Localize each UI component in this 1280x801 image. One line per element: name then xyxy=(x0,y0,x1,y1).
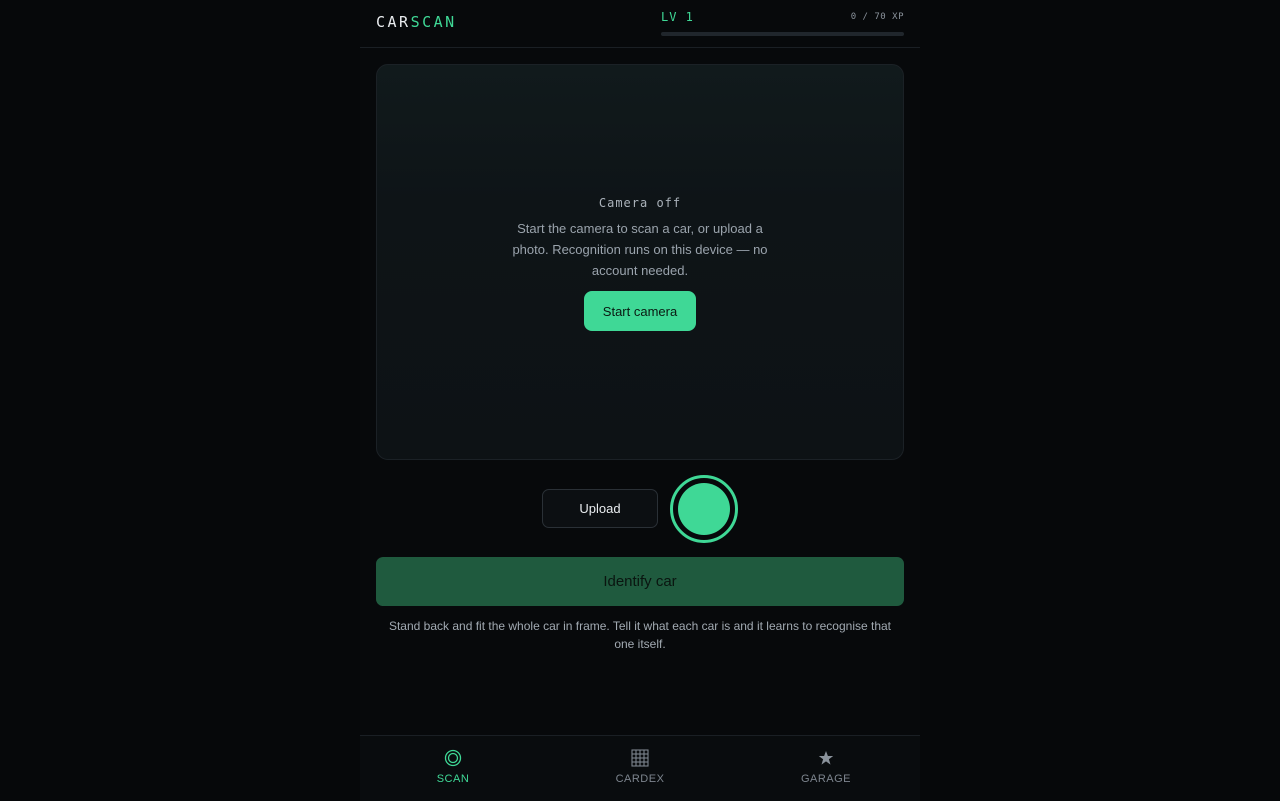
nav-label-cardex: CARDEX xyxy=(615,773,665,785)
nav-item-cardex[interactable]: CARDEX xyxy=(580,736,700,801)
level-indicator: LV 1 xyxy=(661,10,694,24)
xp-progress-bar xyxy=(661,32,904,36)
bottom-nav: SCAN CARDEX GARAGE xyxy=(360,735,920,801)
nav-item-garage[interactable]: GARAGE xyxy=(766,736,886,801)
grid-icon xyxy=(580,747,700,769)
start-camera-button[interactable]: Start camera xyxy=(584,291,696,331)
xp-counter: 0 / 70 XP xyxy=(850,12,904,22)
camera-status-title: Camera off xyxy=(598,196,682,210)
app-shell: CARSCAN LV 1 0 / 70 XP Camera off Start … xyxy=(360,0,920,801)
shutter-button[interactable] xyxy=(670,475,738,543)
nav-label-garage: GARAGE xyxy=(800,773,852,785)
scan-hint-text: Stand back and fit the whole car in fram… xyxy=(388,619,892,651)
upload-button[interactable]: Upload xyxy=(542,489,658,528)
nav-item-scan[interactable]: SCAN xyxy=(393,736,513,801)
shutter-inner-circle xyxy=(678,483,730,535)
app-logo: CARSCAN xyxy=(376,13,457,31)
scan-target-icon xyxy=(393,747,513,769)
identify-car-button[interactable]: Identify car xyxy=(376,557,904,606)
camera-description: Start the camera to scan a car, or uploa… xyxy=(512,221,768,278)
top-bar: CARSCAN LV 1 0 / 70 XP xyxy=(360,0,920,48)
star-icon xyxy=(766,747,886,769)
logo-text-car: CAR xyxy=(376,13,411,31)
logo-text-scan: SCAN xyxy=(410,13,457,31)
camera-viewport: Camera off Start the camera to scan a ca… xyxy=(376,64,904,460)
nav-label-scan: SCAN xyxy=(436,773,470,785)
